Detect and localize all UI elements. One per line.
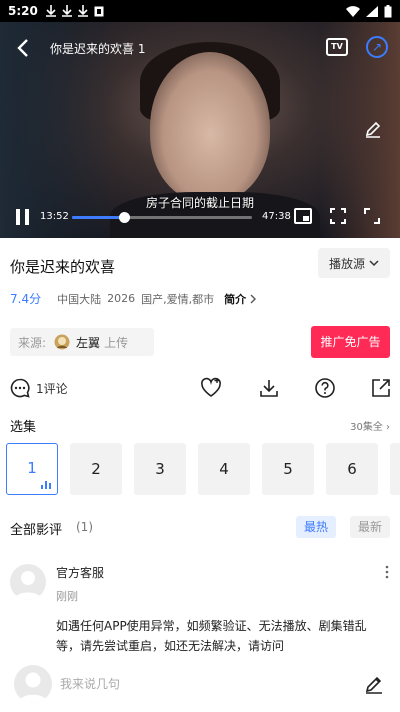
intro-link[interactable]: 简介 bbox=[224, 291, 246, 307]
signal-icon bbox=[366, 5, 378, 17]
status-left-icons bbox=[45, 5, 104, 17]
uploader-info[interactable]: 来源: 左翼 上传 bbox=[10, 328, 154, 356]
comment-input[interactable] bbox=[60, 672, 340, 696]
back-icon[interactable] bbox=[12, 36, 36, 60]
play-source-select[interactable]: 播放源 bbox=[318, 248, 390, 278]
drama-genre: 国产,爱情,都市 bbox=[141, 292, 215, 306]
episode-number: 1 bbox=[27, 459, 37, 477]
help-icon[interactable] bbox=[314, 377, 336, 399]
commenter-avatar[interactable] bbox=[10, 564, 46, 600]
episode-item[interactable]: 1 bbox=[6, 443, 58, 495]
drama-year: 2026 bbox=[107, 292, 136, 305]
pause-icon[interactable] bbox=[16, 209, 30, 225]
commenter-name[interactable]: 官方客服 bbox=[56, 564, 104, 581]
sort-hot-tab[interactable]: 最热 bbox=[296, 516, 336, 538]
favorite-add-icon[interactable] bbox=[200, 377, 222, 399]
share-icon[interactable] bbox=[370, 377, 392, 399]
player-bottom-controls: 13:52 47:38 bbox=[0, 202, 400, 232]
episode-number: 2 bbox=[91, 460, 101, 478]
cast-tv-icon[interactable]: TV bbox=[326, 38, 348, 56]
fullscreen-icon[interactable] bbox=[364, 208, 380, 224]
comment-text: 如遇任何APP使用异常，如频繁验证、无法播放、剧集错乱等，请先尝试重启，如还无法… bbox=[56, 619, 367, 653]
progress-fill bbox=[72, 216, 125, 219]
comment-count[interactable]: 1评论 bbox=[36, 380, 68, 397]
chevron-right-icon[interactable] bbox=[249, 294, 257, 304]
picture-in-picture-icon[interactable] bbox=[294, 208, 312, 224]
drama-score: 7.4分 bbox=[10, 292, 42, 306]
episode-number: 5 bbox=[283, 460, 293, 478]
episode-number: 6 bbox=[347, 460, 357, 478]
video-frame-face bbox=[150, 52, 270, 202]
progress-slider[interactable] bbox=[72, 212, 252, 223]
now-playing-icon bbox=[41, 481, 51, 489]
source-label: 来源: bbox=[18, 335, 47, 350]
comments-label: 全部影评 bbox=[10, 523, 63, 538]
sort-new-tab[interactable]: 最新 bbox=[350, 516, 390, 538]
notification-box-icon bbox=[94, 6, 104, 16]
drama-region: 中国大陆 bbox=[57, 292, 102, 306]
play-source-label: 播放源 bbox=[328, 256, 365, 271]
status-right-icons bbox=[346, 4, 392, 18]
episode-item[interactable]: 2 bbox=[70, 443, 122, 495]
download-icon bbox=[77, 5, 88, 17]
comment-icon[interactable] bbox=[10, 378, 30, 398]
total-time: 47:38 bbox=[262, 211, 291, 222]
action-row: 1评论 bbox=[0, 374, 400, 402]
write-comment-icon[interactable] bbox=[364, 674, 384, 694]
uploader-avatar bbox=[54, 334, 70, 350]
current-time: 13:52 bbox=[40, 211, 69, 222]
progress-thumb[interactable] bbox=[119, 212, 131, 223]
download-icon[interactable] bbox=[258, 377, 280, 399]
status-time: 5:20 bbox=[8, 4, 38, 18]
episodes-header: 选集 30集全 › bbox=[10, 416, 390, 435]
edit-pen-icon[interactable] bbox=[364, 120, 382, 142]
episode-list[interactable]: 1 2 3 4 5 6 bbox=[6, 443, 400, 498]
episodes-total-link[interactable]: 30集全 › bbox=[350, 418, 390, 433]
episode-number: 4 bbox=[219, 460, 229, 478]
episode-item[interactable]: 5 bbox=[262, 443, 314, 495]
chevron-down-icon bbox=[369, 260, 379, 267]
more-options-icon[interactable] bbox=[384, 564, 390, 579]
ad-free-promo-button[interactable]: 推广免广告 bbox=[311, 326, 390, 358]
video-player[interactable]: 你是迟来的欢喜 1 TV ↗ 房子合同的截止日期 13:52 47:38 bbox=[0, 22, 400, 238]
battery-icon bbox=[384, 4, 392, 17]
comment-time: 刚刚 bbox=[56, 590, 78, 603]
episode-item[interactable]: 3 bbox=[134, 443, 186, 495]
episode-item-partial[interactable] bbox=[390, 443, 400, 495]
download-icon bbox=[45, 5, 56, 17]
drama-title: 你是迟来的欢喜 bbox=[10, 258, 116, 276]
player-share-icon[interactable]: ↗ bbox=[366, 36, 388, 58]
video-title: 你是迟来的欢喜 1 bbox=[50, 41, 146, 56]
comment-compose-bar bbox=[0, 658, 400, 712]
wifi-icon bbox=[346, 5, 360, 17]
fit-screen-icon[interactable] bbox=[330, 208, 346, 224]
episode-item[interactable]: 4 bbox=[198, 443, 250, 495]
comments-header: 全部影评 (1) 最热 最新 bbox=[10, 516, 390, 538]
episode-item[interactable]: 6 bbox=[326, 443, 378, 495]
drama-meta: 7.4分 中国大陆 2026 国产,爱情,都市 简介 bbox=[10, 290, 257, 307]
uploader-name: 左翼 bbox=[76, 335, 101, 350]
download-icon bbox=[61, 5, 72, 17]
my-avatar bbox=[14, 665, 52, 703]
comments-count: (1) bbox=[76, 520, 93, 534]
status-bar: 5:20 bbox=[0, 0, 400, 22]
episode-number: 3 bbox=[155, 460, 165, 478]
upload-label: 上传 bbox=[104, 335, 129, 350]
episodes-label: 选集 bbox=[10, 420, 37, 435]
